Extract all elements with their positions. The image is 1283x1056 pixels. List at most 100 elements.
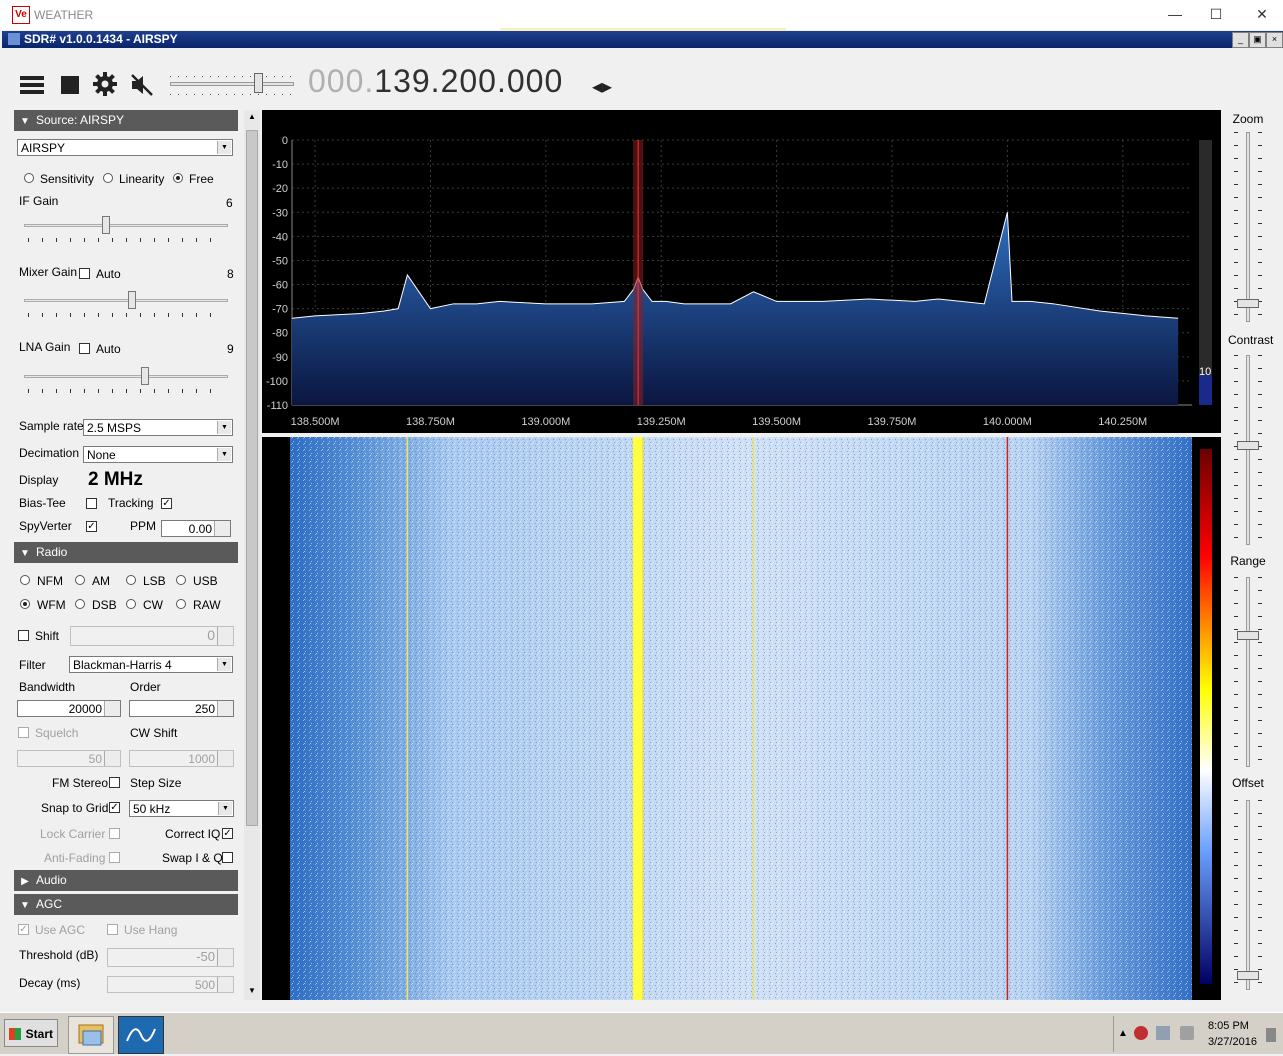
frequency-display[interactable]: 000.139.200.000 [308,63,563,100]
y-tick-label: -80 [272,328,288,340]
ppm-stepper[interactable]: 0.00 [161,520,231,537]
tracking-checkbox[interactable]: ✓ [161,498,172,509]
radio-lsb[interactable] [126,575,136,585]
scroll-up-icon[interactable]: ▲ [246,112,258,124]
use-hang-label: Use Hang [124,923,178,937]
bias-tee-label: Bias-Tee [19,496,66,510]
volume-slider[interactable] [170,70,294,100]
shift-stepper[interactable]: 0 [70,626,234,646]
sdr-app-button[interactable] [118,1016,164,1054]
close-icon[interactable]: ✕ [1242,4,1282,24]
radio-am[interactable] [75,575,85,585]
scroll-down-icon[interactable]: ▼ [246,986,258,998]
squelch-stepper[interactable]: 50 [17,750,121,767]
clock-time[interactable]: 8:05 PM [1208,1020,1249,1032]
lna-auto-checkbox[interactable] [79,343,90,354]
x-tick-label: 139.250M [637,416,686,428]
tray-expand-icon[interactable]: ▲ [1118,1028,1128,1039]
radio-raw[interactable] [176,599,186,609]
threshold-stepper[interactable]: -50 [107,948,234,967]
tray-volume-icon[interactable] [1180,1026,1194,1040]
radio-dsb[interactable] [75,599,85,609]
mdi-close-icon[interactable]: × [1266,32,1283,48]
radio-free[interactable] [173,173,183,183]
mdi-minimize-icon[interactable]: _ [1232,32,1249,48]
tracking-label: Tracking [108,496,154,510]
step-size-value: 50 kHz [133,802,171,816]
spin-arrows-icon [104,701,120,716]
mdi-restore-icon[interactable]: ▣ [1249,32,1266,48]
step-size-label: Step Size [130,776,182,790]
show-desktop-icon[interactable] [1266,1028,1276,1042]
sample-rate-select[interactable]: 2.5 MSPS ▼ [83,419,233,436]
contrast-slider[interactable] [1230,355,1266,545]
y-tick-label: -90 [272,352,288,364]
anti-fading-checkbox[interactable] [109,852,120,863]
correct-iq-checkbox[interactable]: ✓ [222,828,233,839]
radio-sensitivity[interactable] [24,173,34,183]
level-meter-fill [1199,375,1212,405]
squelch-checkbox[interactable] [18,727,29,738]
stop-icon[interactable] [61,76,79,94]
order-stepper[interactable]: 250 [129,700,234,717]
agc-header[interactable]: ▼ AGC [14,894,238,915]
waterfall-plot[interactable] [262,437,1221,1000]
waterfall-panel[interactable] [262,437,1221,1000]
decimation-value: None [87,448,116,462]
dropdown-arrow-icon: ▼ [218,802,232,815]
radio-usb[interactable] [176,575,186,585]
source-header[interactable]: ▼ Source: AIRSPY [14,110,238,131]
spectrum-plot[interactable]: 0-10-20-30-40-50-60-70-80-90-100-110138.… [262,110,1221,433]
fm-stereo-checkbox[interactable] [109,777,120,788]
shift-checkbox[interactable] [18,630,29,641]
radio-wfm[interactable] [20,599,30,609]
step-size-select[interactable]: 50 kHz ▼ [129,800,234,817]
lna-gain-slider[interactable] [24,365,228,395]
snap-to-grid-checkbox[interactable]: ✓ [109,802,120,813]
radio-header[interactable]: ▼ Radio [14,542,238,563]
swap-iq-checkbox[interactable] [222,852,233,863]
if-gain-slider[interactable] [24,214,228,244]
scroll-thumb[interactable] [246,130,258,826]
clock-date[interactable]: 3/27/2016 [1208,1036,1257,1048]
bandwidth-stepper[interactable]: 20000 [17,700,121,717]
mixer-gain-slider[interactable] [24,289,228,319]
hamburger-icon[interactable] [20,75,44,95]
spectrum-panel[interactable]: 0 -10 -20 -30 -40 -50 -60 -70 -80 -90 -100 -110 138.… [262,110,1221,433]
range-slider[interactable] [1230,577,1266,767]
cw-shift-stepper[interactable]: 1000 [129,750,234,767]
speaker-muted-icon[interactable] [130,73,154,97]
minimize-icon[interactable]: — [1155,4,1195,24]
use-agc-checkbox[interactable]: ✓ [18,924,29,935]
maximize-icon[interactable]: ☐ [1196,4,1236,24]
audio-header[interactable]: ▶ Audio [14,870,238,891]
bias-tee-checkbox[interactable] [86,498,97,509]
gear-icon[interactable] [93,72,117,96]
lock-carrier-checkbox[interactable] [109,828,120,839]
tray-alert-icon[interactable] [1134,1026,1148,1040]
collapse-arrow-icon: ▼ [20,900,30,911]
tray-network-icon[interactable] [1156,1026,1170,1040]
audio-header-label: Audio [36,873,67,887]
use-hang-checkbox[interactable] [107,924,118,935]
radio-cw[interactable] [126,599,136,609]
start-button[interactable]: Start [4,1019,58,1047]
radio-linearity[interactable] [103,173,113,183]
spin-arrows-icon [217,627,233,645]
mixer-auto-checkbox[interactable] [79,268,90,279]
frequency-prefix: 000. [308,63,375,99]
x-tick-label: 139.500M [752,416,801,428]
device-select[interactable]: AIRSPY ▼ [17,139,233,156]
sample-rate-value: 2.5 MSPS [87,421,142,435]
tuning-arrows-icon[interactable]: ◂▸ [592,74,612,99]
collapse-arrow-icon: ▼ [20,548,30,559]
radio-nfm[interactable] [20,575,30,585]
panel-scrollbar[interactable]: ▲ ▼ [244,110,260,1000]
filter-select[interactable]: Blackman-Harris 4 ▼ [69,656,233,673]
spyverter-checkbox[interactable]: ✓ [86,521,97,532]
zoom-slider[interactable] [1230,132,1266,322]
offset-slider[interactable] [1230,800,1266,990]
decay-stepper[interactable]: 500 [107,976,234,993]
file-manager-button[interactable] [68,1016,114,1054]
decimation-select[interactable]: None ▼ [83,446,233,463]
